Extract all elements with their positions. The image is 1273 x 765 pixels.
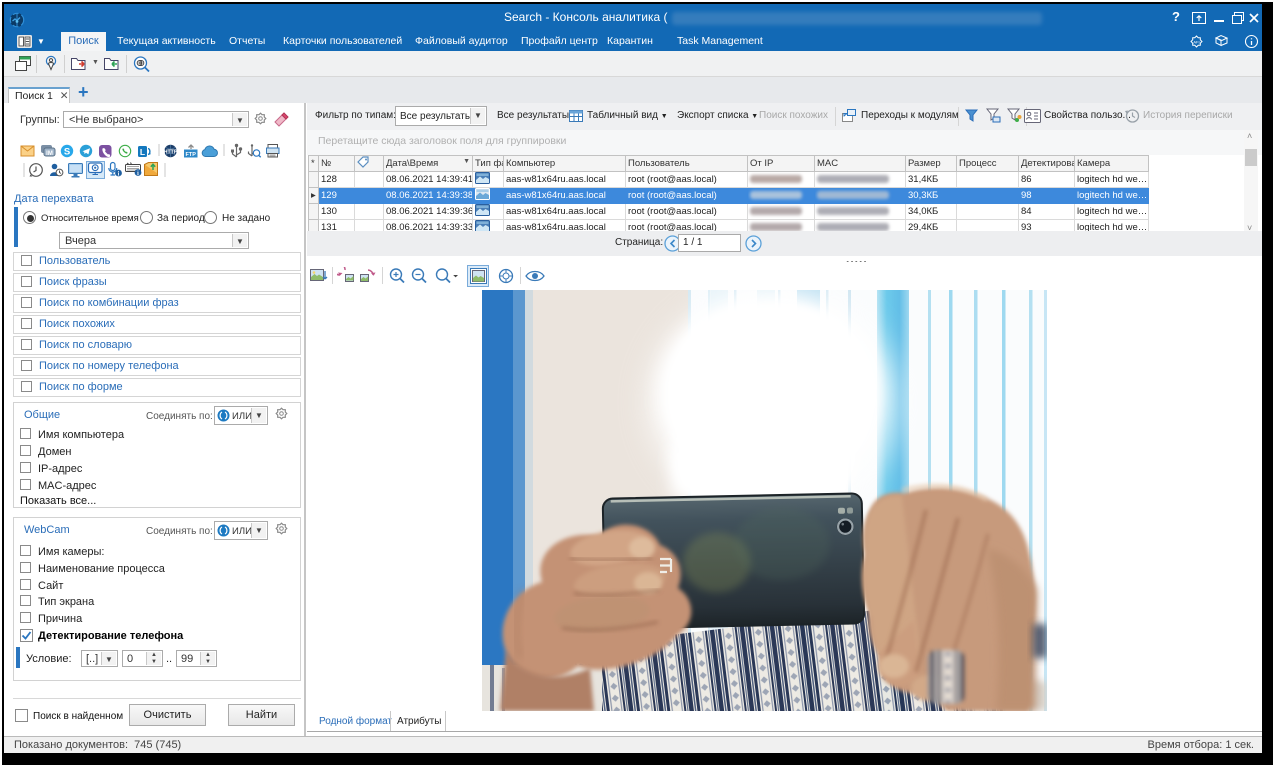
svg-text:AFI: AFI bbox=[1193, 40, 1199, 45]
svg-text:FTP: FTP bbox=[186, 152, 197, 158]
svg-text:HTTP: HTTP bbox=[164, 149, 178, 155]
svg-text:S: S bbox=[64, 146, 70, 157]
svg-text:L: L bbox=[140, 147, 145, 157]
svg-text:IM: IM bbox=[46, 151, 53, 157]
